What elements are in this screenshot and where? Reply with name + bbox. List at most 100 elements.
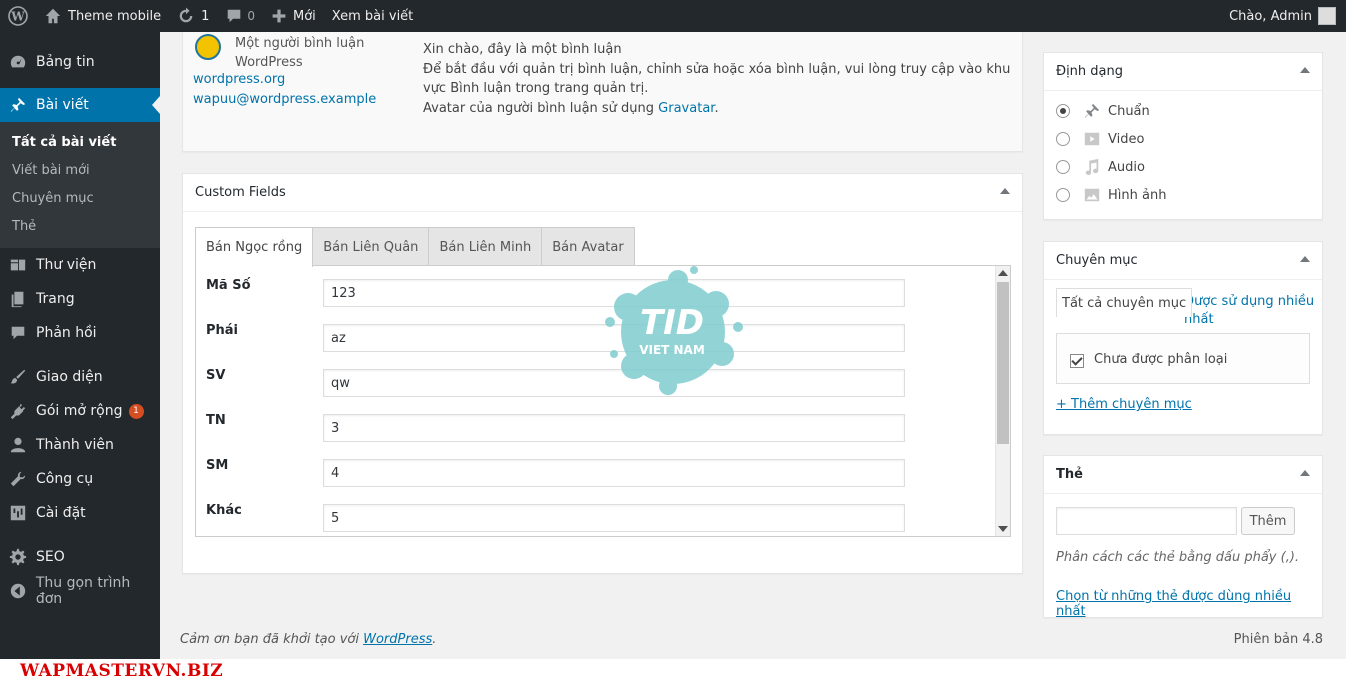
wordpress-logo-icon[interactable]: W <box>0 0 36 32</box>
format-option-video[interactable]: Video <box>1056 128 1144 150</box>
scroll-down-arrow-icon[interactable] <box>998 526 1008 532</box>
wordpress-link[interactable]: WordPress <box>363 632 432 647</box>
sidebar-item-plugins[interactable]: Gói mở rộng 1 <box>0 394 160 428</box>
sidebar-item-users[interactable]: Thành viên <box>0 428 160 462</box>
sidebar-item-settings[interactable]: Cài đặt <box>0 496 160 530</box>
sidebar-item-dashboard[interactable]: Bảng tin <box>0 45 160 79</box>
sidebar-item-label: Bảng tin <box>36 54 95 70</box>
sm-input[interactable] <box>323 459 905 487</box>
sidebar-item-label: Trang <box>36 291 75 307</box>
scroll-up-arrow-icon[interactable] <box>998 270 1008 276</box>
tag-input[interactable] <box>1056 507 1237 535</box>
tag-box-header[interactable]: Thẻ <box>1044 456 1322 494</box>
comment-box: Một người bình luận WordPress wordpress.… <box>182 32 1023 152</box>
sidebar-item-tools[interactable]: Công cụ <box>0 462 160 496</box>
site-name-link[interactable]: Theme mobile <box>36 0 169 32</box>
radio-button[interactable] <box>1056 132 1070 146</box>
site-name: Theme mobile <box>68 8 162 24</box>
format-box: Định dạng Chuẩn Video Audio Hình ảnh <box>1043 52 1323 220</box>
sidebar-item-appearance[interactable]: Giao diện <box>0 360 160 394</box>
add-category-link[interactable]: + Thêm chuyên mục <box>1056 397 1192 412</box>
toggle-arrow-icon[interactable] <box>1300 470 1310 476</box>
category-checkbox[interactable] <box>1070 354 1084 368</box>
category-box-header[interactable]: Chuyên mục <box>1044 242 1322 280</box>
submenu-tags[interactable]: Thẻ <box>0 212 160 240</box>
gear-icon <box>8 547 28 567</box>
custom-fields-header[interactable]: Custom Fields <box>183 174 1022 212</box>
submenu-categories[interactable]: Chuyên mục <box>0 184 160 212</box>
posts-submenu: Tất cả bài viết Viết bài mới Chuyên mục … <box>0 122 160 248</box>
format-option-image[interactable]: Hình ảnh <box>1056 184 1166 206</box>
category-box: Chuyên mục Tất cả chuyên mục Được sử dụn… <box>1043 241 1323 435</box>
plus-icon <box>272 9 286 23</box>
submenu-new-post[interactable]: Viết bài mới <box>0 156 160 184</box>
panel-scrollbar[interactable] <box>995 266 1010 536</box>
add-tag-button[interactable]: Thêm <box>1241 507 1295 535</box>
sidebar-item-pages[interactable]: Trang <box>0 282 160 316</box>
tag-box: Thẻ Thêm Phân cách các thẻ bằng dấu phẩy… <box>1043 455 1323 619</box>
format-option-standard[interactable]: Chuẩn <box>1056 100 1150 122</box>
sidebar-item-comments[interactable]: Phản hồi <box>0 316 160 350</box>
submenu-all-posts[interactable]: Tất cả bài viết <box>0 128 160 156</box>
pin-icon <box>8 95 28 115</box>
comments-link[interactable]: 0 <box>217 0 263 32</box>
sidebar-item-media[interactable]: Thư viện <box>0 248 160 282</box>
khac-input[interactable] <box>323 504 905 532</box>
collapse-menu-button[interactable]: Thu gọn trình đơn <box>0 574 160 608</box>
tid-watermark-logo: TID VIET NAM <box>605 266 743 395</box>
tab-all-categories[interactable]: Tất cả chuyên mục <box>1056 288 1193 317</box>
radio-button[interactable] <box>1056 160 1070 174</box>
view-post-link[interactable]: Xem bài viết <box>324 0 421 32</box>
page-scrollbar[interactable] <box>1340 32 1346 659</box>
tab-lien-quan[interactable]: Bán Liên Quân <box>312 227 430 266</box>
collapse-icon <box>8 581 28 601</box>
sidebar-item-seo[interactable]: SEO <box>0 540 160 574</box>
field-row: Mã Số <box>196 278 996 323</box>
scroll-thumb[interactable] <box>997 282 1009 444</box>
updates-link[interactable]: 1 <box>169 0 217 32</box>
format-label: Hình ảnh <box>1108 187 1167 203</box>
comment-author-email[interactable]: wapuu@wordpress.example <box>193 92 376 107</box>
tn-input[interactable] <box>323 414 905 442</box>
dashboard-icon <box>8 52 28 72</box>
format-label: Chuẩn <box>1108 103 1150 119</box>
new-content-link[interactable]: Mới <box>263 0 324 32</box>
comments-count: 0 <box>247 9 255 23</box>
brush-icon <box>8 367 28 387</box>
toggle-arrow-icon[interactable] <box>1300 67 1310 73</box>
category-label: Chưa được phân loại <box>1094 352 1228 367</box>
view-post-label: Xem bài viết <box>331 8 414 24</box>
tab-most-used[interactable]: Được sử dụng nhiều nhất <box>1184 293 1319 329</box>
wrench-icon <box>8 469 28 489</box>
sidebar-item-label: Bài viết <box>36 97 89 113</box>
gravatar-link[interactable]: Gravatar <box>658 101 714 116</box>
format-label: Video <box>1108 131 1145 147</box>
comment-author-url[interactable]: wordpress.org <box>193 72 285 87</box>
box-title: Thẻ <box>1056 467 1083 482</box>
tab-lien-minh[interactable]: Bán Liên Minh <box>428 227 543 266</box>
radio-button[interactable] <box>1056 104 1070 118</box>
toggle-arrow-icon[interactable] <box>1300 256 1310 262</box>
watermark-subtext: VIET NAM <box>639 343 705 357</box>
watermark-text: TID <box>640 303 704 343</box>
format-option-audio[interactable]: Audio <box>1056 156 1145 178</box>
plugin-icon <box>8 401 28 421</box>
account-menu[interactable]: Chào, Admin <box>1229 7 1346 25</box>
toggle-arrow-icon[interactable] <box>1000 188 1010 194</box>
sidebar-item-posts[interactable]: Bài viết <box>0 88 160 122</box>
choose-tags-link[interactable]: Chọn từ những thẻ được dùng nhiều nhất <box>1056 589 1322 619</box>
format-box-header[interactable]: Định dạng <box>1044 53 1322 91</box>
footer-thanks: Cảm ơn bạn đã khởi tạo với WordPress. <box>180 632 437 647</box>
sidebar-item-label: Phản hồi <box>36 325 97 341</box>
tab-avatar[interactable]: Bán Avatar <box>541 227 635 266</box>
field-label: Phái <box>206 323 239 338</box>
tab-ngoc-rong[interactable]: Bán Ngọc rồng <box>195 227 314 267</box>
radio-button[interactable] <box>1056 188 1070 202</box>
comment-line: Avatar của người bình luận sử dụng Grava… <box>423 100 719 116</box>
field-row: SM <box>196 458 996 503</box>
refresh-icon <box>179 7 193 23</box>
field-row: SV <box>196 368 996 413</box>
brand-watermark: WAPMASTERVN.BIZ <box>20 661 224 681</box>
comment-line: Xin chào, đây là một bình luận <box>423 42 622 57</box>
commenter-avatar <box>195 34 221 60</box>
